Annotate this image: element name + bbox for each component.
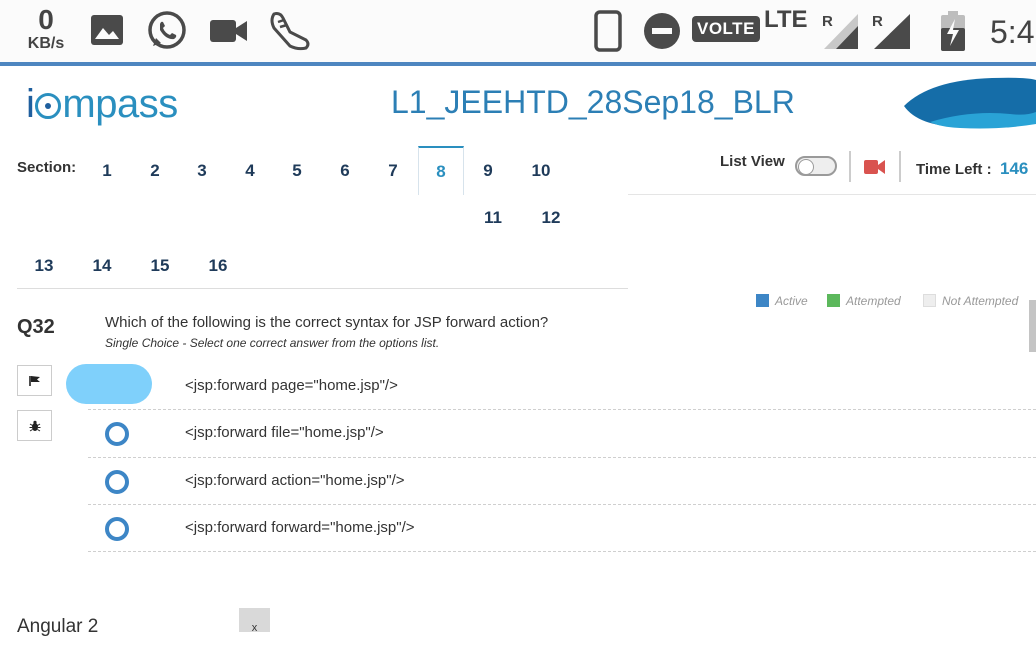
logo-letter-i: i	[26, 82, 35, 126]
phone-icon	[594, 10, 622, 52]
control-separator-2	[899, 151, 901, 182]
question-hint: Single Choice - Select one correct answe…	[105, 336, 440, 350]
time-left-value: 146	[1000, 159, 1029, 178]
option-4-radio[interactable]	[105, 517, 129, 541]
header-right-divider	[628, 194, 1036, 195]
toggle-knob	[798, 159, 814, 175]
section-tab-16[interactable]: 16	[200, 256, 236, 276]
status-bar: 0 KB/s VOLTE LTE R R 5:4	[0, 0, 1036, 66]
option-3-text: <jsp:forward action="home.jsp"/>	[185, 472, 405, 489]
legend-swatch-attempted	[827, 294, 840, 307]
icompass-logo: i mpass	[26, 82, 178, 127]
section-tab-2[interactable]: 2	[137, 161, 173, 181]
logo-text: mpass	[62, 82, 178, 126]
section-tab-9[interactable]: 9	[470, 161, 506, 181]
legend-label-not-attempted: Not Attempted	[942, 294, 1019, 308]
section-tab-7[interactable]: 7	[375, 161, 411, 181]
option-3-radio[interactable]	[105, 470, 129, 494]
whatsapp-icon	[146, 10, 188, 52]
compass-icon	[35, 93, 62, 119]
flag-button[interactable]	[17, 365, 52, 396]
section-tab-5[interactable]: 5	[279, 161, 315, 181]
section-tab-14[interactable]: 14	[84, 256, 120, 276]
report-bug-button[interactable]	[17, 410, 52, 441]
question-number: Q32	[17, 316, 55, 338]
roaming-label-2: R	[872, 13, 883, 30]
section-tab-12[interactable]: 12	[533, 208, 569, 228]
legend-swatch-not-attempted	[923, 294, 936, 307]
net-speed-indicator: 0 KB/s	[22, 6, 70, 52]
section-tab-11[interactable]: 11	[475, 208, 511, 228]
roaming-label-1: R	[822, 13, 833, 30]
bottom-panel-text: Angular 2	[17, 616, 99, 637]
section-label: Section:	[17, 159, 77, 176]
video-call-icon	[209, 18, 249, 44]
section-nav-divider	[17, 288, 628, 289]
bug-icon	[29, 420, 40, 431]
section-tab-8[interactable]: 8	[418, 146, 464, 195]
control-separator	[849, 151, 851, 182]
legend-label-attempted: Attempted	[846, 294, 901, 308]
signal-icon-2: R	[872, 12, 912, 50]
bottom-close-button[interactable]: x	[239, 608, 270, 634]
section-tab-10[interactable]: 10	[523, 161, 559, 181]
option-2-text: <jsp:forward file="home.jsp"/>	[185, 424, 384, 441]
lte-label: LTE	[764, 6, 808, 33]
question-text: Which of the following is the correct sy…	[105, 314, 549, 331]
shoe-icon	[268, 10, 312, 52]
section-tab-13[interactable]: 13	[26, 256, 62, 276]
test-title: L1_JEEHTD_28Sep18_BLR	[391, 84, 795, 120]
section-tab-6[interactable]: 6	[327, 161, 363, 181]
net-speed-unit: KB/s	[27, 35, 65, 52]
scrollbar-thumb[interactable]	[1029, 300, 1036, 352]
do-not-disturb-icon	[643, 12, 681, 50]
signal-icon: R	[822, 12, 860, 50]
volte-badge: VOLTE	[692, 16, 760, 42]
flag-icon	[28, 375, 40, 386]
brand-wave-graphic	[900, 72, 1036, 137]
time-left-label: Time Left :	[916, 161, 992, 178]
status-clock: 5:4	[990, 14, 1035, 50]
gallery-icon	[90, 14, 124, 46]
video-camera-icon[interactable]	[864, 159, 886, 180]
list-view-toggle[interactable]	[795, 156, 837, 176]
option-2-radio[interactable]	[105, 422, 129, 446]
legend-swatch-active	[756, 294, 769, 307]
battery-charging-icon	[940, 10, 966, 52]
section-tab-1[interactable]: 1	[89, 161, 125, 181]
section-tab-3[interactable]: 3	[184, 161, 220, 181]
legend-label-active: Active	[775, 294, 808, 308]
option-1-text: <jsp:forward page="home.jsp"/>	[185, 377, 398, 394]
option-1-selected-radio[interactable]	[66, 364, 152, 404]
net-speed-value: 0	[38, 4, 54, 35]
section-tab-4[interactable]: 4	[232, 161, 268, 181]
section-tab-15[interactable]: 15	[142, 256, 178, 276]
list-view-label: List View	[720, 153, 785, 170]
option-4-text: <jsp:forward forward="home.jsp"/>	[185, 519, 415, 536]
